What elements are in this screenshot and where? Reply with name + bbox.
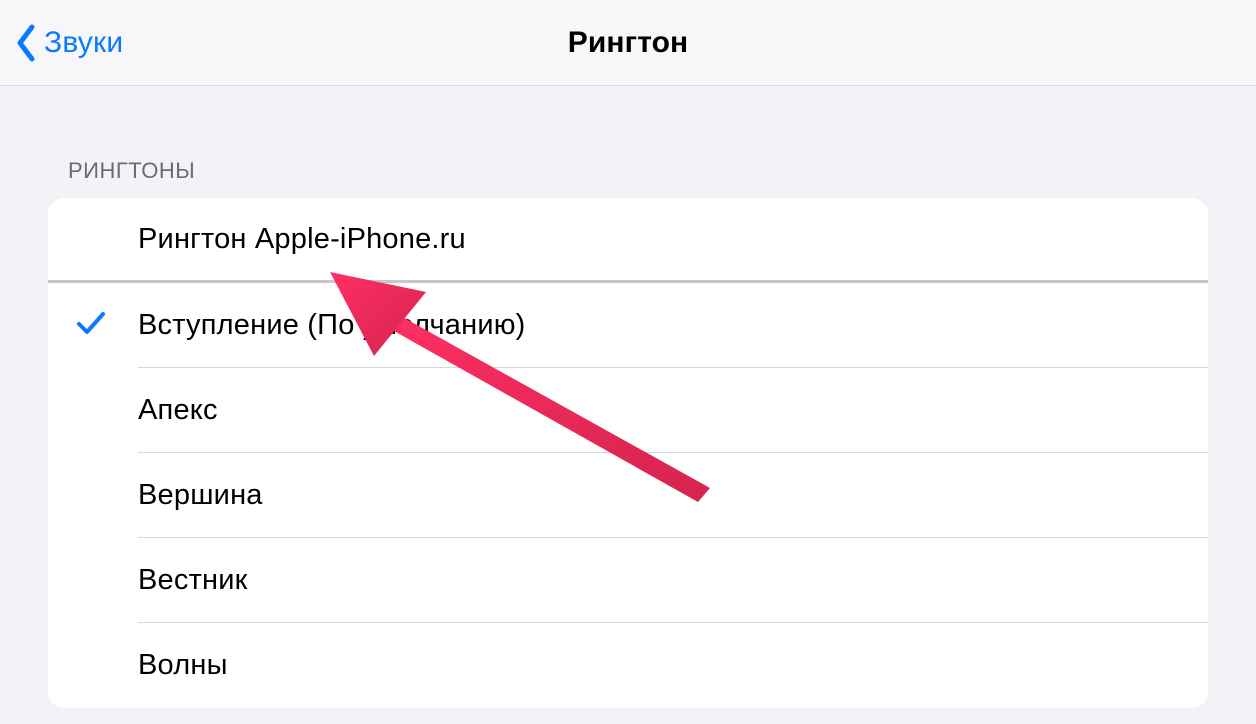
ringtone-item-custom[interactable]: Рингтон Apple-iPhone.ru [48,198,1208,283]
ringtone-label: Рингтон Apple-iPhone.ru [138,223,466,256]
ringtone-label: Вступление (По умолчанию) [138,309,526,342]
ringtone-label: Апекс [138,394,218,427]
ringtone-label: Вестник [138,564,248,597]
back-button[interactable]: Звуки [0,23,123,63]
chevron-left-icon [14,23,38,63]
navigation-header: Звуки Рингтон [0,0,1256,86]
ringtone-item[interactable]: Вершина [48,453,1208,538]
content-area: РИНГТОНЫ Рингтон Apple-iPhone.ru Вступле… [0,86,1256,708]
page-title: Рингтон [568,26,689,60]
check-column [76,308,138,343]
section-header: РИНГТОНЫ [48,86,1208,198]
back-label: Звуки [44,26,123,60]
check-icon [76,308,106,343]
ringtone-label: Вершина [138,479,263,512]
ringtone-item[interactable]: Волны [48,623,1208,708]
ringtone-item[interactable]: Апекс [48,368,1208,453]
ringtone-item-default[interactable]: Вступление (По умолчанию) [48,283,1208,368]
ringtone-list: Рингтон Apple-iPhone.ru Вступление (По у… [48,198,1208,708]
ringtone-item[interactable]: Вестник [48,538,1208,623]
ringtone-label: Волны [138,649,228,682]
